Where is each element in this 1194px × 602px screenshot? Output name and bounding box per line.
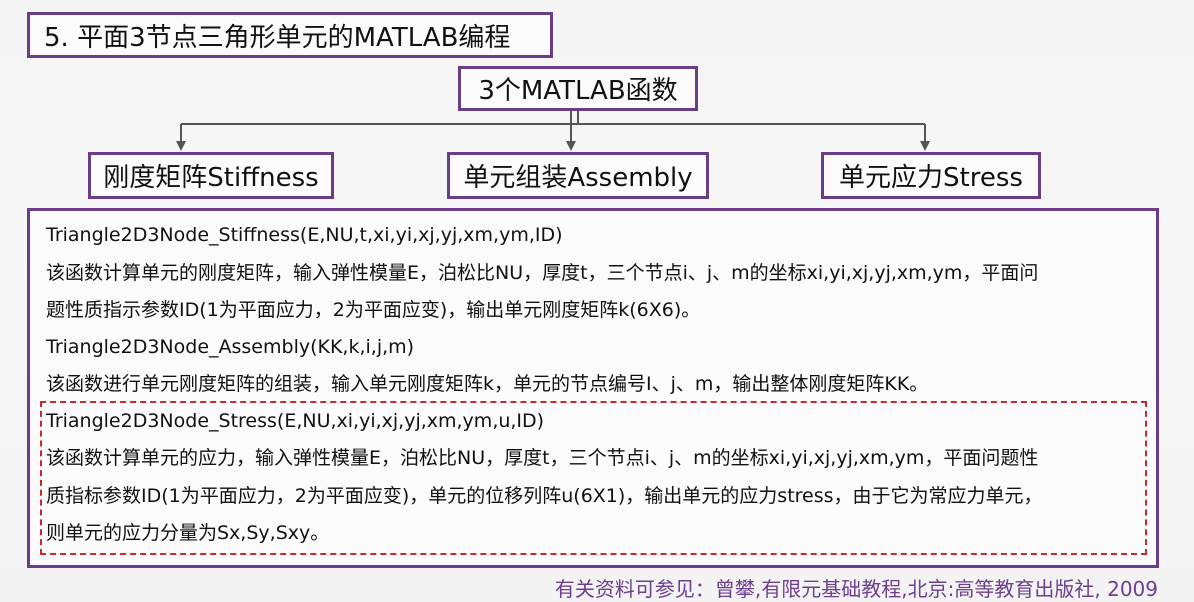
stiffness-signature: Triangle2D3Node_Stiffness(E,NU,t,xi,yi,x… bbox=[46, 224, 563, 246]
branch-assembly: 单元组装Assembly bbox=[447, 152, 709, 199]
stress-description-line3: 则单元的应力分量为Sx,Sy,Sxy。 bbox=[46, 522, 330, 544]
function-description-panel: Triangle2D3Node_Stiffness(E,NU,t,xi,yi,x… bbox=[27, 208, 1159, 568]
assembly-description: 该函数进行单元刚度矩阵的组装，输入单元刚度矩阵k，单元的节点编号I、j、m，输出… bbox=[46, 373, 929, 395]
stress-description-line1: 该函数计算单元的应力，输入弹性模量E，泊松比NU，厚度t，三个节点i、j、m的坐… bbox=[46, 447, 1039, 469]
reference-footer: 有关资料可参见：曾攀,有限元基础教程,北京:高等教育出版社, 2009 bbox=[554, 577, 1158, 601]
stress-signature: Triangle2D3Node_Stress(E,NU,xi,yi,xj,yj,… bbox=[46, 410, 545, 432]
branch-stiffness: 刚度矩阵Stiffness bbox=[88, 152, 334, 199]
stiffness-description-line1: 该函数计算单元的刚度矩阵，输入弹性模量E，泊松比NU，厚度t，三个节点i、j、m… bbox=[46, 262, 1039, 284]
functions-heading-box: 3个MATLAB函数 bbox=[458, 66, 698, 111]
stress-description-line2: 质指标参数ID(1为平面应力，2为平面应变)，单元的位移列阵u(6X1)，输出单… bbox=[46, 485, 1043, 507]
stiffness-description-line2: 题性质指示参数ID(1为平面应力，2为平面应变)，输出单元刚度矩阵k(6X6)。 bbox=[46, 299, 701, 321]
branch-stress: 单元应力Stress bbox=[821, 152, 1041, 199]
slide-title: 5. 平面3节点三角形单元的MATLAB编程 bbox=[27, 12, 553, 58]
assembly-signature: Triangle2D3Node_Assembly(KK,k,i,j,m) bbox=[46, 336, 415, 358]
